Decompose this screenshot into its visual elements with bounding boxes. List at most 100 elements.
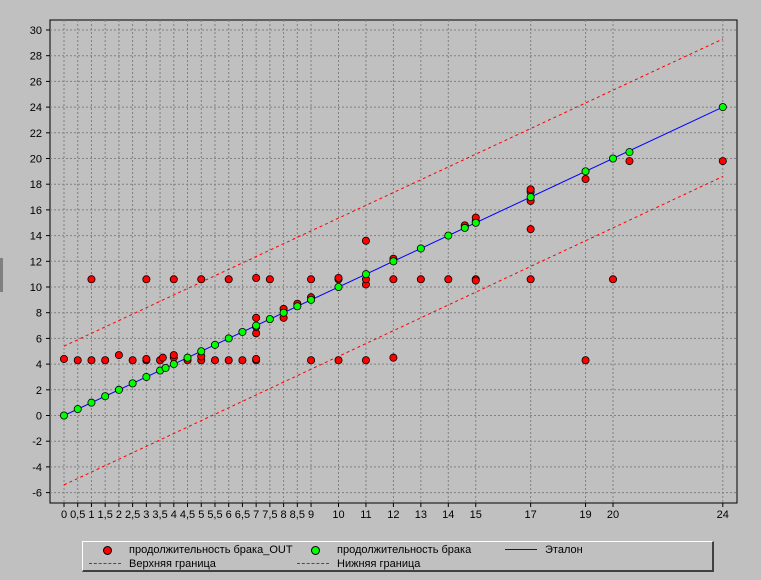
series-0-point [307, 356, 316, 365]
series-0-point [526, 185, 535, 194]
y-tick-label: 14 [30, 231, 42, 243]
series-0-point [444, 275, 453, 284]
series-0-point [142, 275, 151, 284]
series-0-point [210, 356, 219, 365]
y-tick-label: 24 [30, 102, 42, 114]
series-0-point [252, 354, 261, 363]
y-tick-label: -6 [32, 488, 42, 500]
series-0-point [169, 351, 178, 360]
x-tick-label: 7,5 [262, 509, 277, 521]
series-0-point [625, 157, 634, 166]
series-1-point [161, 363, 170, 372]
y-tick-label: 28 [30, 51, 42, 63]
series-0-point [526, 225, 535, 234]
x-tick-label: 6 [226, 509, 232, 521]
series-1-point [114, 385, 123, 394]
series-1-point [389, 257, 398, 266]
series-0-point [101, 356, 110, 365]
series-1-point [197, 347, 206, 356]
y-tick-label: 2 [36, 385, 42, 397]
legend-marker-out [89, 544, 125, 556]
series-1-point [265, 315, 274, 324]
series-0-point [114, 351, 123, 360]
y-tick-label: -4 [32, 462, 42, 474]
y-tick-label: 8 [36, 308, 42, 320]
chart-legend: продолжительность брака_OUT продолжитель… [82, 541, 714, 572]
series-0-point [526, 275, 535, 284]
series-0-point [307, 275, 316, 284]
series-1-point [625, 148, 634, 157]
series-1-point [307, 295, 316, 304]
legend-item-lower: Нижняя граница [297, 557, 420, 571]
series-1-point [252, 321, 261, 330]
series-0-point [238, 356, 247, 365]
series-0-point [361, 356, 370, 365]
series-1-point [73, 405, 82, 414]
x-tick-label: 19 [579, 509, 591, 521]
x-tick-label: 0 [61, 509, 67, 521]
chart-window: -6 -4 -2 0 2 4 6 8 10 12 14 16 18 20 22 24 26 28 30 0 0,5 1 1,… [0, 0, 761, 580]
x-tick-label: 3 [143, 509, 149, 521]
series-0-point [718, 157, 727, 166]
series-0-point [87, 356, 96, 365]
x-tick-label: 17 [525, 509, 537, 521]
x-tick-label: 13 [415, 509, 427, 521]
y-tick-label: 30 [30, 25, 42, 37]
y-tick-label: 10 [30, 282, 42, 294]
chart: -6-4-20246810121416182022242628300 0,5 1 1,… [30, 19, 738, 521]
x-tick-label: 8,5 [290, 509, 305, 521]
y-tick-label: 20 [30, 154, 42, 166]
series-1-point [224, 334, 233, 343]
series-1-point [609, 154, 618, 163]
legend-marker-fact [297, 544, 333, 556]
series-0-point [142, 354, 151, 363]
x-tick-label: 5,5 [207, 509, 222, 521]
x-tick-label: 2 [116, 509, 122, 521]
series-1-point [416, 244, 425, 253]
x-tick-label: 15 [470, 509, 482, 521]
series-1-point [60, 411, 69, 420]
series-0-point [224, 356, 233, 365]
legend-marker-etalon [505, 544, 541, 556]
legend-label-fact: продолжительность брака [337, 544, 472, 556]
x-tick-label: 9 [308, 509, 314, 521]
series-0-point [389, 275, 398, 284]
series-0-point [158, 353, 167, 362]
series-0-point [224, 275, 233, 284]
series-1-point [183, 353, 192, 362]
series-1-point [718, 103, 727, 112]
series-1-point [279, 308, 288, 317]
y-tick-label: -2 [32, 436, 42, 448]
legend-item-upper: Верхняя граница [89, 557, 216, 571]
series-0-point [197, 275, 206, 284]
x-tick-label: 10 [332, 509, 344, 521]
x-tick-label: 4,5 [180, 509, 195, 521]
series-0-point [128, 356, 137, 365]
legend-item-etalon: Эталон [505, 543, 583, 557]
series-0-point [60, 354, 69, 363]
series-0-point [334, 274, 343, 283]
series-1-point [581, 167, 590, 176]
series-0-point [389, 353, 398, 362]
series-1-point [334, 282, 343, 291]
legend-label-lower: Нижняя граница [337, 558, 421, 570]
series-0-point [471, 276, 480, 285]
y-tick-label: 26 [30, 76, 42, 88]
y-tick-label: 16 [30, 205, 42, 217]
y-tick-label: 0 [36, 411, 42, 423]
series-1-point [526, 193, 535, 202]
legend-label-etalon: Эталон [545, 544, 583, 556]
y-tick-label: 6 [36, 333, 42, 345]
series-1-point [471, 218, 480, 227]
series-0-point [87, 275, 96, 284]
series-1-point [293, 302, 302, 311]
y-tick-label: 12 [30, 256, 42, 268]
x-tick-label: 24 [717, 509, 729, 521]
x-tick-label: 1 [88, 509, 94, 521]
legend-label-upper: Верхняя граница [129, 558, 216, 570]
legend-item-out: продолжительность брака_OUT [89, 543, 293, 557]
series-1-point [128, 379, 137, 388]
legend-marker-upper [89, 558, 125, 570]
x-tick-label: 3,5 [152, 509, 167, 521]
x-tick-label: 7 [253, 509, 259, 521]
